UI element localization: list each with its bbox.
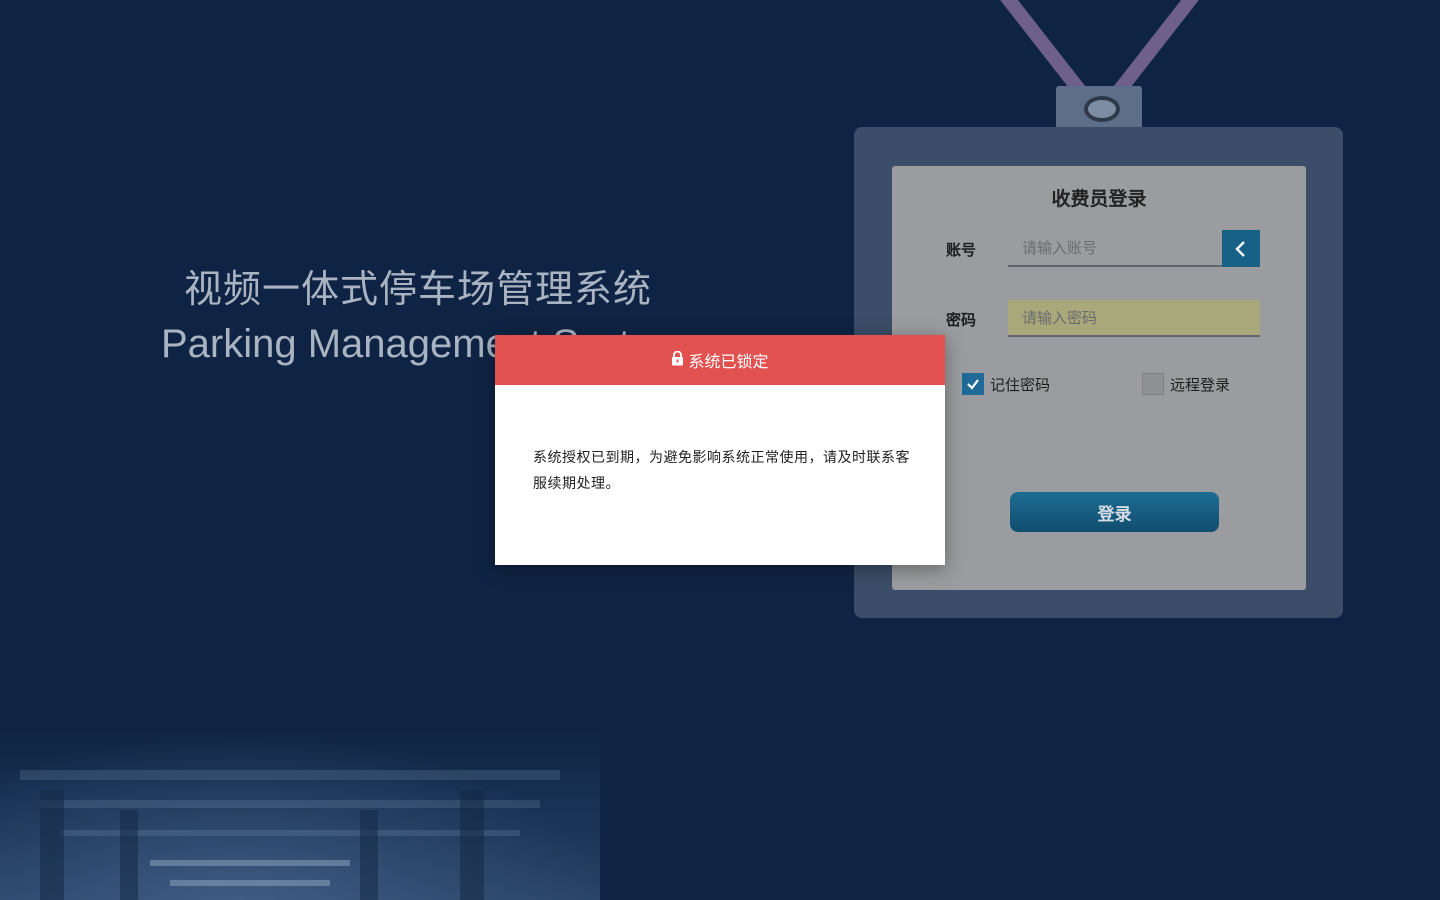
parking-garage-background-image <box>0 730 600 900</box>
dialog-title: 系统已锁定 <box>688 352 769 371</box>
password-label: 密码 <box>946 311 977 329</box>
password-field-wrapper <box>1008 300 1260 337</box>
account-label: 账号 <box>946 241 977 259</box>
badge-ring <box>1084 96 1120 122</box>
password-input[interactable] <box>1008 300 1260 335</box>
remote-login-checkbox[interactable]: 远程登录 <box>1142 373 1230 395</box>
login-card: 收费员登录 账号 密码 记住密码 远程登录 登录 <box>892 166 1306 590</box>
account-field-wrapper <box>1008 230 1260 267</box>
system-locked-dialog: 系统已锁定 系统授权已到期，为避免影响系统正常使用，请及时联系客服续期处理。 <box>495 335 945 565</box>
remember-password-label: 记住密码 <box>990 375 1051 394</box>
checkbox-checked-icon[interactable] <box>962 373 984 395</box>
checkbox-unchecked-icon[interactable] <box>1142 373 1164 395</box>
lock-icon <box>671 350 684 370</box>
remote-login-label: 远程登录 <box>1170 375 1231 394</box>
remember-password-checkbox[interactable]: 记住密码 <box>962 373 1050 395</box>
chevron-left-icon[interactable] <box>1222 230 1260 267</box>
dialog-header: 系统已锁定 <box>495 335 945 385</box>
login-heading: 收费员登录 <box>1051 188 1147 210</box>
dialog-message: 系统授权已到期，为避免影响系统正常使用，请及时联系客服续期处理。 <box>533 450 910 492</box>
login-button[interactable]: 登录 <box>1010 492 1219 532</box>
app-title-chinese: 视频一体式停车场管理系统 <box>184 267 653 311</box>
